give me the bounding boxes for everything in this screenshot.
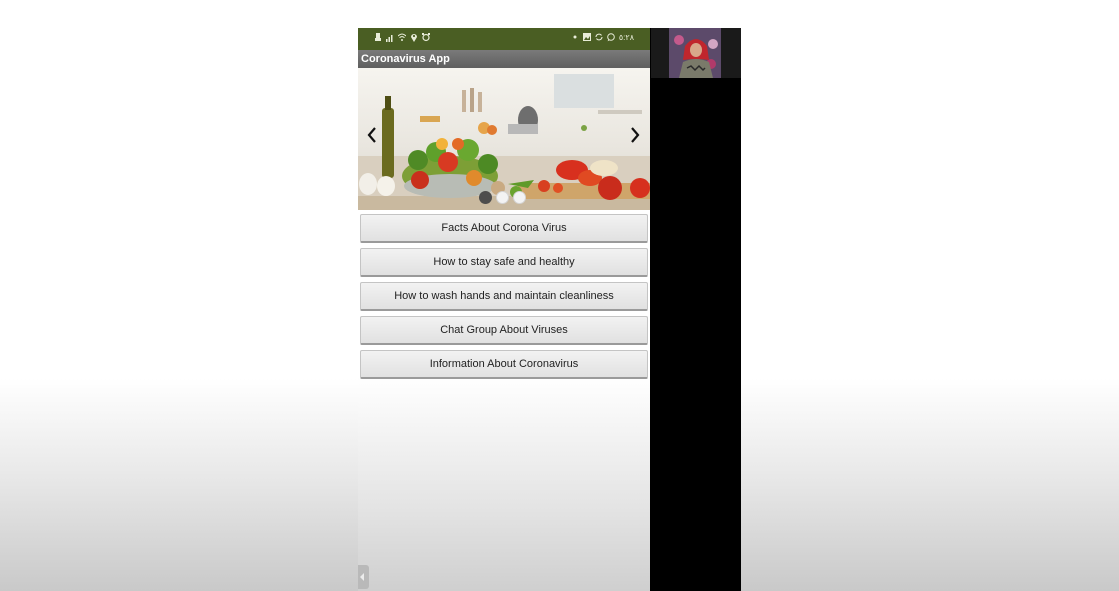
image-carousel[interactable] xyxy=(358,68,650,210)
carousel-dot[interactable] xyxy=(496,191,509,204)
dot-icon xyxy=(571,32,579,42)
chevron-left-icon[interactable] xyxy=(365,125,379,145)
information-button[interactable]: Information About Coronavirus xyxy=(360,350,648,379)
webcam-video xyxy=(651,28,741,78)
app-title-bar: Coronavirus App xyxy=(358,50,650,68)
carousel-dot[interactable] xyxy=(479,191,492,204)
wifi-icon xyxy=(398,32,406,42)
stay-safe-button[interactable]: How to stay safe and healthy xyxy=(360,248,648,277)
side-panel xyxy=(650,28,741,591)
status-time: ٥:٢٨ xyxy=(618,32,634,42)
main-menu: Facts About Corona Virus How to stay saf… xyxy=(360,214,648,384)
image-icon xyxy=(582,32,591,42)
alarm-icon xyxy=(422,32,430,42)
signal-icon xyxy=(386,32,394,42)
wash-hands-button[interactable]: How to wash hands and maintain cleanline… xyxy=(360,282,648,311)
usb-icon xyxy=(374,32,382,42)
phone-screen: ٥:٢٨ Coronavirus App Facts About Corona … xyxy=(358,28,650,591)
status-bar: ٥:٢٨ xyxy=(358,28,650,50)
carousel-dot[interactable] xyxy=(513,191,526,204)
sync-icon xyxy=(595,32,603,42)
whatsapp-icon xyxy=(607,32,615,42)
vegetables-kitchen-image xyxy=(358,74,650,210)
app-title: Coronavirus App xyxy=(361,53,450,65)
chat-group-button[interactable]: Chat Group About Viruses xyxy=(360,316,648,345)
facts-button[interactable]: Facts About Corona Virus xyxy=(360,214,648,243)
status-left-icons xyxy=(374,32,430,42)
chevron-right-icon[interactable] xyxy=(628,125,642,145)
side-drawer-handle[interactable] xyxy=(358,565,369,589)
status-right-icons: ٥:٢٨ xyxy=(571,32,634,42)
location-icon xyxy=(410,32,418,42)
carousel-indicator xyxy=(479,191,526,204)
